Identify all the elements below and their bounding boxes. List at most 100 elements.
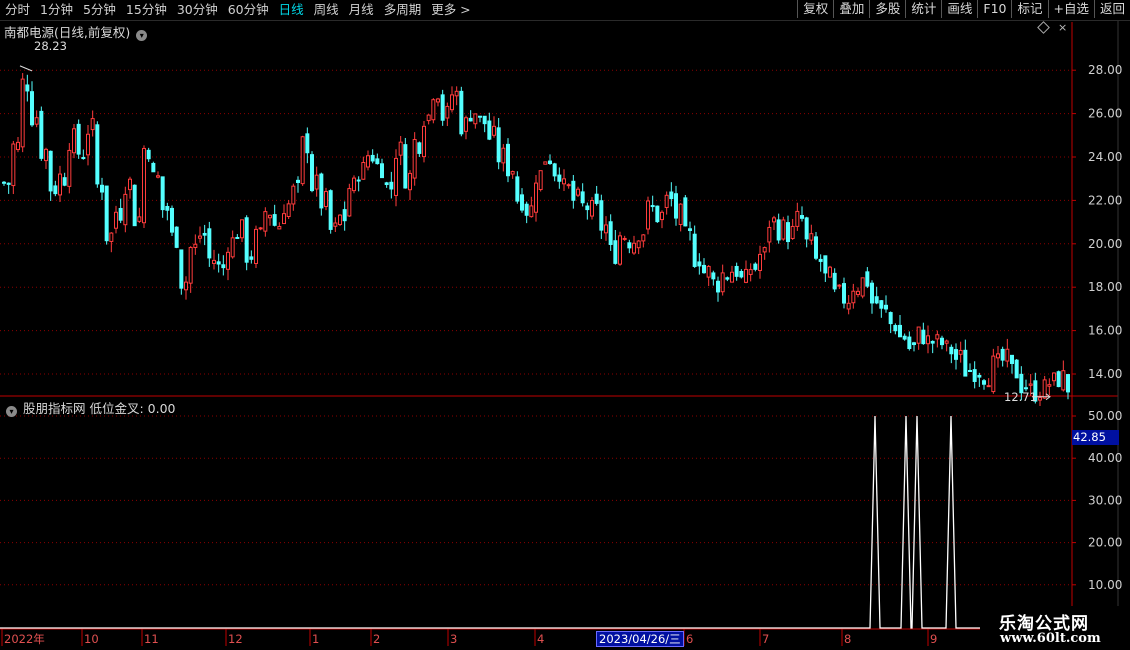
candle-body <box>926 335 930 345</box>
candle-body <box>328 190 333 230</box>
candle-body <box>216 261 221 265</box>
time-axis-label: 1 <box>312 632 319 646</box>
action-button-5[interactable]: F10 <box>977 0 1011 18</box>
candle-body <box>711 272 716 280</box>
action-button-4[interactable]: 画线 <box>941 0 977 18</box>
candle-body <box>286 203 291 218</box>
candle-body <box>529 205 534 218</box>
candle-body <box>496 127 501 163</box>
period-toolbar: 分时 1分钟 5分钟 15分钟 30分钟 60分钟 日线 周线 月线 多周期 更多 > 复权 叠加 多股… <box>0 0 1130 21</box>
chevron-down-icon[interactable]: ▾ <box>136 30 148 41</box>
candle-body <box>590 200 594 217</box>
period-tab-1[interactable]: 1分钟 <box>35 0 78 20</box>
candle-body <box>114 211 118 229</box>
candle-body <box>1038 397 1042 401</box>
price-tick-label: 14.00 <box>1088 367 1122 381</box>
candle-body <box>772 217 776 223</box>
candle-body <box>982 380 986 385</box>
candle-body <box>562 178 566 185</box>
candle-body <box>664 194 669 208</box>
time-axis-label: 2022年 <box>4 632 45 646</box>
candle-body <box>552 163 557 177</box>
time-axis-label: 6 <box>686 632 693 646</box>
candle-body <box>104 185 109 242</box>
action-button-3[interactable]: 统计 <box>905 0 941 18</box>
action-button-6[interactable]: 标记 <box>1011 0 1047 18</box>
candle-body <box>655 205 660 223</box>
action-button-1[interactable]: 叠加 <box>833 0 869 18</box>
candle-body <box>702 264 706 274</box>
candle-body <box>48 150 53 192</box>
period-tab-9[interactable]: 多周期 <box>379 0 427 20</box>
candle-body <box>730 271 734 283</box>
time-axis-label: 7 <box>762 632 769 646</box>
candle-body <box>650 205 655 208</box>
indicator-name[interactable]: 股朋指标网 <box>23 401 86 416</box>
candle-body <box>1056 371 1061 388</box>
candle-body <box>692 233 697 267</box>
candle-body <box>566 184 571 187</box>
candle-body <box>991 355 996 393</box>
candle-body <box>389 181 394 190</box>
candle-body <box>599 200 604 231</box>
candle-body <box>146 149 151 160</box>
candle-body <box>613 240 618 264</box>
candle-body <box>272 214 277 226</box>
candle-body <box>646 200 650 230</box>
candle-body <box>100 184 104 193</box>
candle-body <box>347 188 352 217</box>
candle-body <box>986 385 991 388</box>
period-tab-0[interactable]: 分时 <box>0 0 35 20</box>
candle-body <box>832 272 837 290</box>
chevron-down-icon[interactable]: ▾ <box>6 406 17 417</box>
candle-body <box>123 193 128 226</box>
candle-body <box>352 177 356 192</box>
candle-body <box>179 249 184 289</box>
period-tab-8[interactable]: 月线 <box>344 0 379 20</box>
candle-body <box>39 110 44 159</box>
candle-body <box>109 232 114 242</box>
candle-body <box>758 253 762 271</box>
indicator-tick-label: 10.00 <box>1088 578 1122 592</box>
candle-body <box>860 277 865 297</box>
period-tab-5[interactable]: 60分钟 <box>223 0 274 20</box>
candle-body <box>856 290 860 296</box>
candle-body <box>823 255 828 274</box>
candle-body <box>622 237 627 240</box>
candle-body <box>6 182 11 185</box>
candle-body <box>744 268 748 283</box>
candle-body <box>356 179 361 182</box>
candle-body <box>879 300 884 309</box>
candle-body <box>198 235 202 239</box>
candle-body <box>968 370 972 373</box>
candle-body <box>30 91 34 126</box>
candle-body <box>426 114 431 122</box>
candle-body <box>548 160 552 165</box>
candle-body <box>804 217 809 240</box>
indicator-tick-label: 30.00 <box>1088 493 1122 507</box>
period-tab-2[interactable]: 5分钟 <box>78 0 121 20</box>
period-tab-4[interactable]: 30分钟 <box>172 0 223 20</box>
candle-body <box>725 277 730 280</box>
action-button-8[interactable]: 返回 <box>1093 0 1130 18</box>
candle-body <box>972 369 977 382</box>
candle-body <box>249 256 254 260</box>
candle-body <box>170 207 174 233</box>
candle-body <box>128 178 132 191</box>
candle-body <box>473 113 478 125</box>
period-tab-6[interactable]: 日线 <box>274 0 309 20</box>
candle-body <box>202 232 207 236</box>
chart-canvas: 28.00 26.00 24.00 22.00 20.00 18.00 16.00 14.00… <box>0 20 1122 646</box>
action-button-2[interactable]: 多股 <box>869 0 905 18</box>
period-tab-3[interactable]: 15分钟 <box>121 0 172 20</box>
action-button-7[interactable]: +自选 <box>1047 0 1094 18</box>
candle-body <box>412 139 417 179</box>
period-tab-10[interactable]: 更多 > <box>426 0 475 20</box>
action-button-0[interactable]: 复权 <box>797 0 833 18</box>
close-icon[interactable]: × <box>1058 21 1067 34</box>
candle-body <box>193 243 198 248</box>
candle-body <box>291 185 296 205</box>
period-tab-7[interactable]: 周线 <box>309 0 344 20</box>
candle-body <box>837 284 842 287</box>
candle-body <box>282 213 286 225</box>
